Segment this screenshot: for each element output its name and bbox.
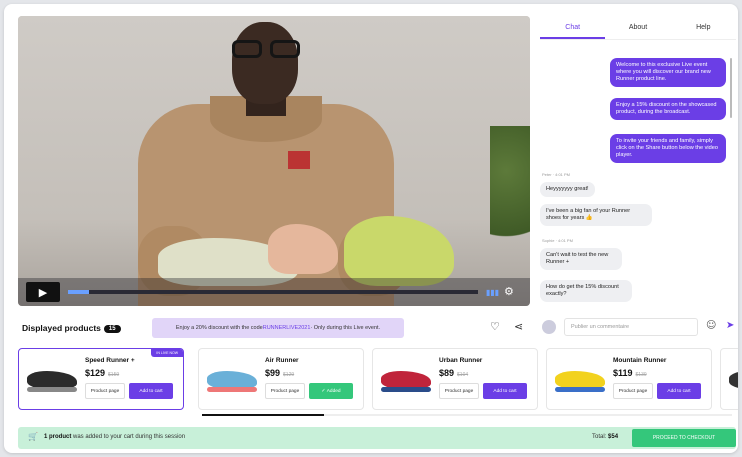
product-card-partial[interactable] bbox=[720, 348, 738, 410]
emoji-icon[interactable]: ☺ bbox=[706, 320, 716, 331]
product-card[interactable]: Air Runner $99 $129 Product page ✓ Added bbox=[198, 348, 364, 410]
product-page-button[interactable]: Product page bbox=[265, 383, 305, 399]
product-name: Speed Runner + bbox=[85, 357, 135, 364]
product-image bbox=[205, 357, 259, 403]
displayed-products-heading: Displayed products 15 bbox=[22, 323, 121, 333]
bot-message: To invite your friends and family, simpl… bbox=[610, 134, 726, 163]
tab-help[interactable]: Help bbox=[671, 18, 736, 39]
price-current: $89 bbox=[439, 368, 455, 378]
product-image bbox=[379, 357, 433, 403]
video-controls: ▶ ▮▮▮ ⚙ bbox=[18, 278, 530, 306]
product-image bbox=[25, 357, 79, 403]
product-card[interactable]: IN LIVE NOW Speed Runner + $129 $159 Prod… bbox=[18, 348, 184, 410]
cart-total: Total: $54 bbox=[592, 434, 618, 440]
add-to-cart-button[interactable]: Add to cart bbox=[483, 383, 527, 399]
avatar bbox=[542, 320, 556, 334]
add-to-cart-button[interactable]: Add to cart bbox=[657, 383, 701, 399]
user-message: Heyyyyyyy great! bbox=[540, 182, 595, 197]
user-message: I've been a big fan of your Runner shoes… bbox=[540, 204, 652, 226]
play-icon: ▶ bbox=[38, 286, 48, 299]
video-progress-fill bbox=[68, 290, 89, 294]
video-progress-bar[interactable] bbox=[68, 290, 478, 294]
comment-input[interactable]: Publier un commentaire bbox=[564, 318, 698, 336]
product-count-badge: 15 bbox=[103, 325, 121, 333]
message-meta: Peter · 4:01 PM bbox=[542, 172, 571, 177]
promo-prefix: Enjoy a 20% discount with the code bbox=[175, 325, 263, 331]
promo-code: RUNNERLIVE2021 bbox=[262, 325, 311, 331]
bot-message: Welcome to this exclusive Live event whe… bbox=[610, 58, 726, 87]
tab-chat[interactable]: Chat bbox=[540, 18, 606, 39]
cart-message-text: was added to your cart during this sessi… bbox=[71, 434, 186, 440]
product-image bbox=[553, 357, 607, 403]
play-button[interactable]: ▶ bbox=[26, 282, 60, 302]
product-price: $119 $139 bbox=[613, 368, 647, 378]
heart-icon[interactable]: ♡ bbox=[490, 320, 500, 333]
checkout-button[interactable]: PROCEED TO CHECKOUT bbox=[632, 429, 736, 447]
product-card[interactable]: Urban Runner $89 $104 Product page Add to… bbox=[372, 348, 538, 410]
promo-banner: Enjoy a 20% discount with the code RUNNE… bbox=[152, 318, 404, 338]
product-name: Mountain Runner bbox=[613, 357, 667, 364]
bot-message: Enjoy a 15% discount on the showcased pr… bbox=[610, 98, 726, 120]
price-old: $129 bbox=[283, 372, 295, 378]
product-price: $129 $159 bbox=[85, 368, 119, 378]
total-value: $54 bbox=[608, 434, 619, 440]
added-button[interactable]: ✓ Added bbox=[309, 383, 353, 399]
share-icon[interactable]: ⋖ bbox=[514, 320, 523, 333]
chat-scrollbar[interactable] bbox=[730, 58, 732, 118]
plant-decoration bbox=[490, 126, 530, 276]
video-player[interactable]: ▶ ▮▮▮ ⚙ bbox=[18, 16, 530, 306]
total-label: Total: bbox=[592, 434, 609, 440]
live-badge: IN LIVE NOW bbox=[151, 349, 183, 357]
chat-panel[interactable]: Welcome to this exclusive Live event whe… bbox=[540, 44, 732, 306]
message-meta: Sophie · 4:01 PM bbox=[542, 238, 573, 243]
tab-about[interactable]: About bbox=[605, 18, 670, 39]
price-old: $139 bbox=[635, 372, 647, 378]
price-current: $119 bbox=[613, 368, 633, 378]
carousel-indicator[interactable] bbox=[202, 414, 324, 416]
added-label: Added bbox=[326, 388, 341, 394]
product-card[interactable]: Mountain Runner $119 $139 Product page Ad… bbox=[546, 348, 712, 410]
product-name: Air Runner bbox=[265, 357, 299, 364]
price-current: $129 bbox=[85, 368, 106, 378]
product-price: $89 $104 bbox=[439, 368, 468, 378]
product-page-button[interactable]: Product page bbox=[613, 383, 653, 399]
price-old: $159 bbox=[108, 372, 120, 378]
user-message: How do get the 15% discount exactly? bbox=[540, 280, 632, 302]
user-message: Can't wait to test the new Runner + bbox=[540, 248, 622, 270]
product-price: $99 $129 bbox=[265, 368, 294, 378]
promo-suffix: · Only during this Live event. bbox=[310, 325, 381, 331]
price-current: $99 bbox=[265, 368, 281, 378]
live-shopping-window: ▶ ▮▮▮ ⚙ Chat About Help Welcome to this … bbox=[4, 4, 738, 453]
cart-banner: 🛒 1 product was added to your cart durin… bbox=[18, 427, 736, 449]
send-icon[interactable]: ➤ bbox=[726, 320, 734, 331]
chat-tabs: Chat About Help bbox=[540, 18, 736, 40]
cart-count: 1 product bbox=[44, 434, 72, 440]
cart-message: 1 product was added to your cart during … bbox=[44, 434, 185, 440]
volume-icon[interactable]: ▮▮▮ bbox=[486, 288, 499, 297]
displayed-products-label: Displayed products bbox=[22, 323, 101, 333]
price-old: $104 bbox=[457, 372, 469, 378]
product-name: Urban Runner bbox=[439, 357, 483, 364]
add-to-cart-button[interactable]: Add to cart bbox=[129, 383, 173, 399]
product-page-button[interactable]: Product page bbox=[439, 383, 479, 399]
product-page-button[interactable]: Product page bbox=[85, 383, 125, 399]
product-image bbox=[727, 357, 738, 403]
cart-icon: 🛒 bbox=[28, 432, 38, 441]
settings-gear-icon[interactable]: ⚙ bbox=[504, 285, 514, 298]
